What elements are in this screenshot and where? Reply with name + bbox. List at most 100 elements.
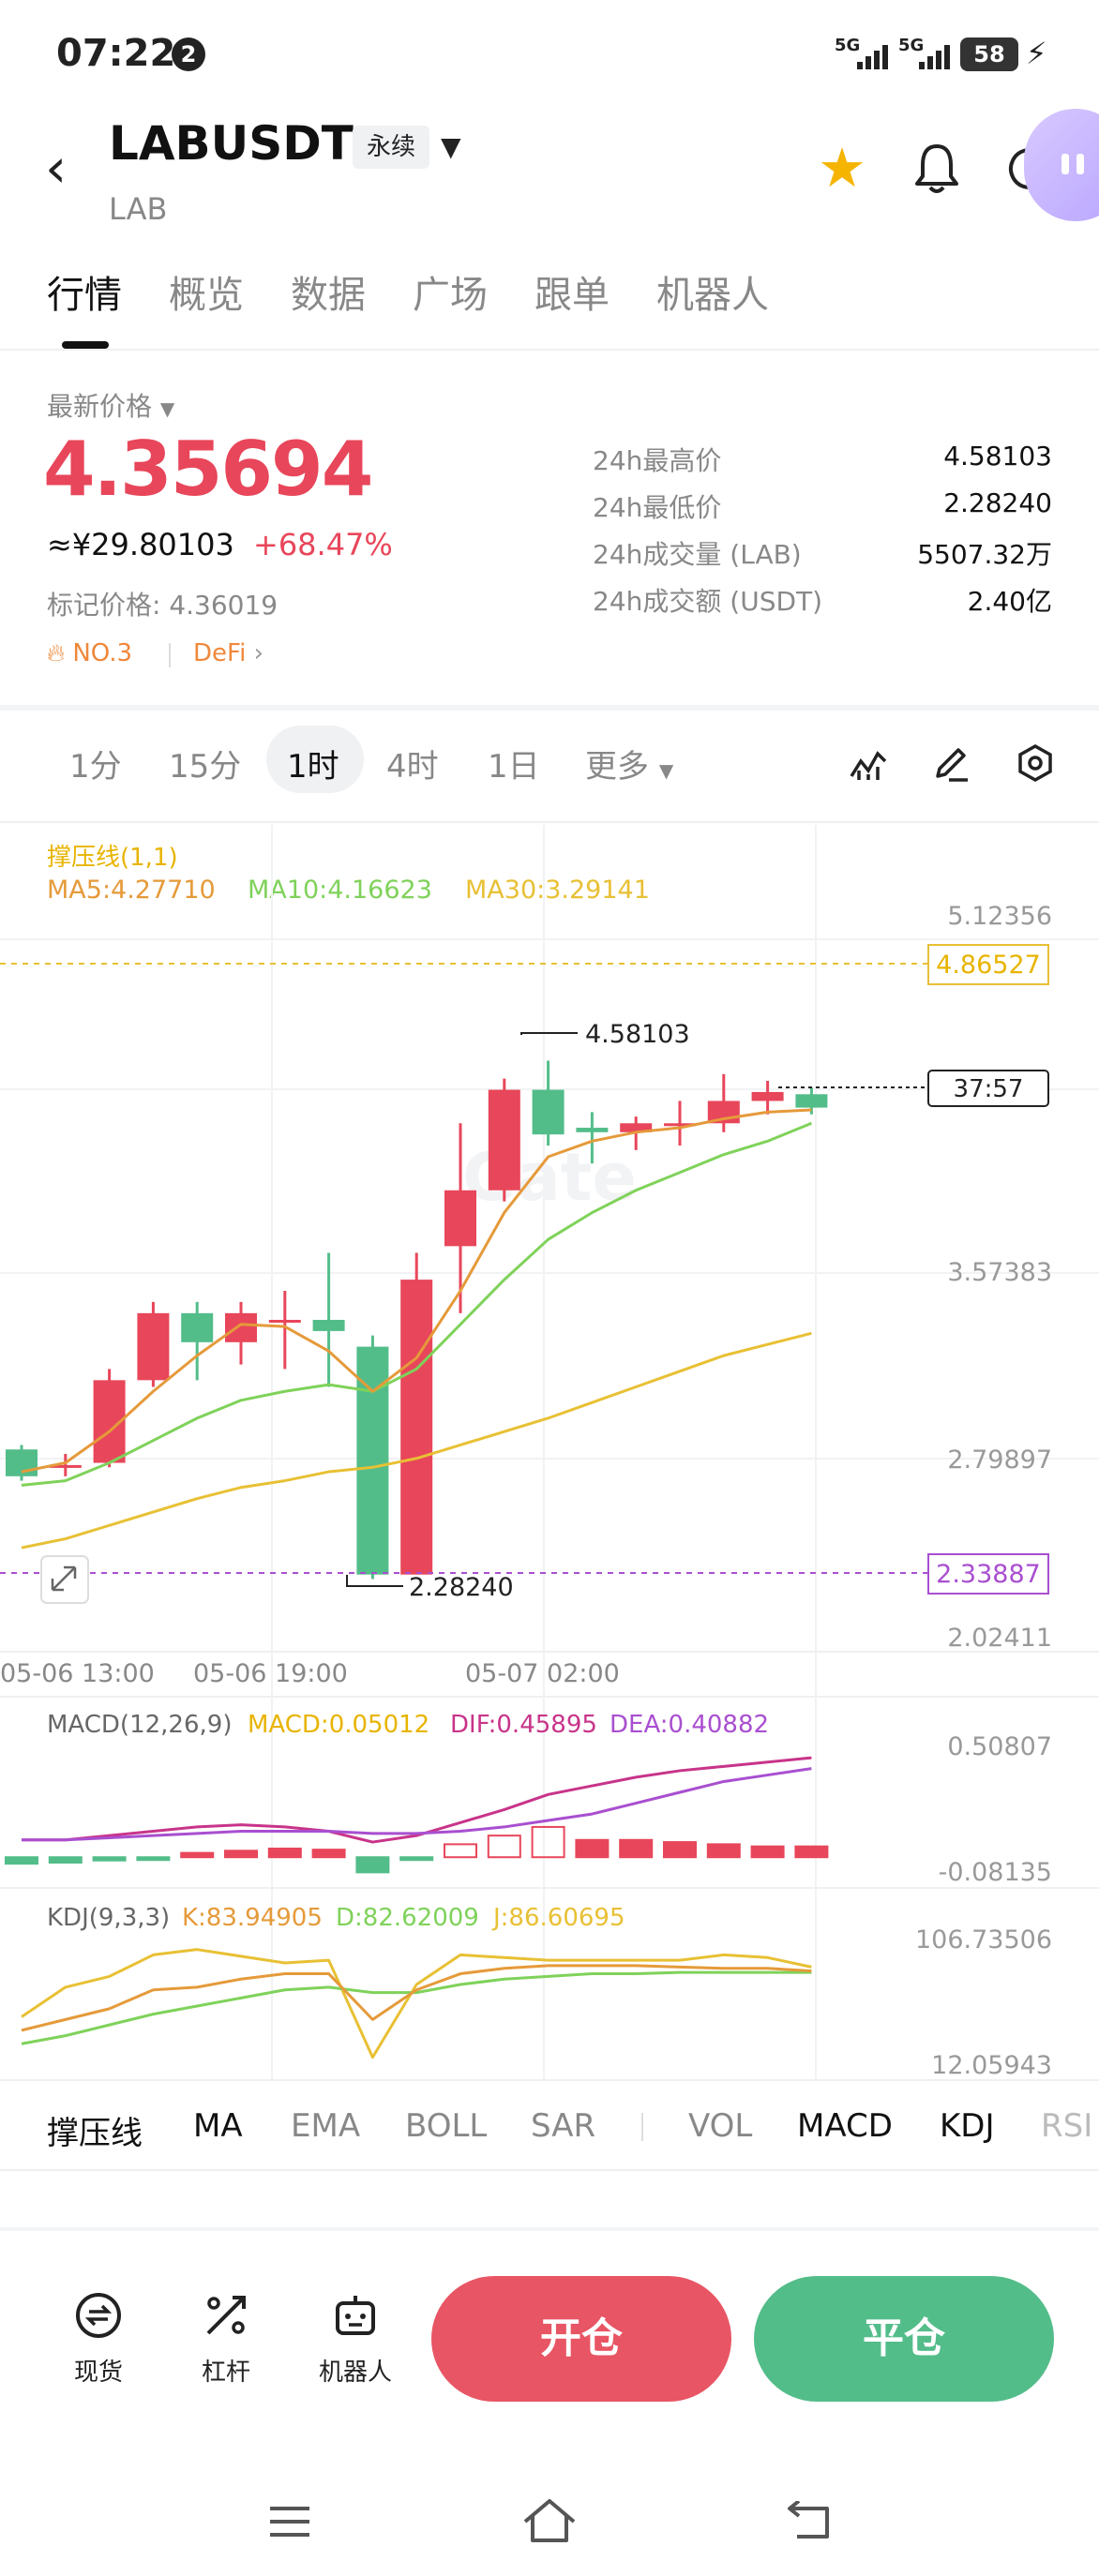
macd-bar <box>750 1845 785 1859</box>
settings-icon[interactable] <box>1015 742 1056 784</box>
star-icon[interactable]: ★ <box>818 141 866 195</box>
interval-1h[interactable]: 1时 <box>287 741 339 786</box>
candle <box>181 1312 214 1342</box>
macd-value: MACD:0.05012 <box>248 1711 429 1739</box>
macd-bar <box>267 1848 302 1859</box>
resistance-label: 4.86527 <box>936 951 1041 980</box>
battery-icon: 58 <box>960 37 1018 71</box>
low-marker <box>346 1575 403 1587</box>
high-marker <box>520 1032 578 1035</box>
stat-label: 24h成交额 (USDT) <box>593 586 823 617</box>
candle <box>444 1190 476 1247</box>
nav-spot-label: 现货 <box>73 2359 123 2387</box>
tab-bot[interactable]: 机器人 <box>656 264 769 319</box>
ind-tab-kdj[interactable]: KDJ <box>940 2107 995 2145</box>
tab-data[interactable]: 数据 <box>291 264 366 319</box>
macd-bar <box>575 1838 610 1859</box>
interval-1m[interactable]: 1分 <box>69 741 122 786</box>
ind-tab-boll[interactable]: BOLL <box>405 2107 487 2145</box>
indicator-icon[interactable] <box>848 742 889 784</box>
draw-icon[interactable] <box>930 742 971 784</box>
rank-badge[interactable]: 🔥︎ NO.3 <box>47 639 132 668</box>
macd-bar <box>794 1845 829 1859</box>
stat-value: 5507.32万 <box>917 539 1052 570</box>
support-label: 2.33887 <box>936 1560 1041 1589</box>
ind-tab-macd[interactable]: MACD <box>797 2107 893 2145</box>
candle <box>576 1128 609 1132</box>
macd-bar <box>706 1843 741 1859</box>
open-position-button[interactable]: 开仓 <box>431 2276 731 2402</box>
tab-square[interactable]: 广场 <box>413 264 488 319</box>
nav-spot[interactable]: 现货 <box>47 2287 150 2388</box>
dea-value: DEA:0.40882 <box>610 1711 769 1739</box>
candle <box>268 1319 301 1323</box>
x-tick: 05-06 19:00 <box>193 1659 348 1688</box>
dif-value: DIF:0.45895 <box>450 1711 597 1739</box>
kdj-j-line <box>21 1948 812 2059</box>
back-nav-icon[interactable] <box>784 2501 835 2542</box>
candle <box>312 1319 345 1331</box>
y-tick: 3.57383 <box>947 1258 1052 1287</box>
signal-icon <box>919 45 950 69</box>
macd-bar <box>48 1856 83 1864</box>
bell-icon[interactable] <box>910 141 964 197</box>
category-tag[interactable]: DeFi › <box>193 639 263 667</box>
ind-tab-vol[interactable]: VOL <box>688 2107 752 2145</box>
stat-label: 24h最低价 <box>593 492 722 523</box>
system-nav-bar <box>0 2456 1099 2576</box>
base-asset: LAB <box>109 191 168 227</box>
ind-tab-sar[interactable]: SAR <box>531 2107 595 2145</box>
tab-overview[interactable]: 概览 <box>169 264 244 319</box>
macd-bar <box>5 1856 38 1865</box>
macd-bar <box>224 1850 258 1859</box>
macd-bar <box>444 1843 477 1859</box>
ind-tab-ema[interactable]: EMA <box>291 2107 360 2145</box>
home-icon[interactable] <box>521 2497 578 2544</box>
status-bar: 07:22 2 5G 5G 58 ⚡ <box>0 0 1099 112</box>
close-position-button[interactable]: 平仓 <box>754 2276 1054 2402</box>
candle <box>400 1280 433 1575</box>
kdj-name: KDJ(9,3,3) <box>47 1904 170 1932</box>
divider <box>641 2113 643 2141</box>
macd-bar <box>663 1841 697 1859</box>
interval-15m[interactable]: 15分 <box>169 741 241 786</box>
interval-1d[interactable]: 1日 <box>488 741 540 786</box>
page-title[interactable]: LABUSDT <box>109 116 354 171</box>
high-label: 4.58103 <box>585 1020 690 1049</box>
candle <box>6 1449 38 1476</box>
stat-value: 2.40亿 <box>967 586 1052 617</box>
x-tick: 05-07 02:00 <box>465 1659 620 1688</box>
d-value: D:82.62009 <box>336 1904 479 1932</box>
menu-icon[interactable] <box>266 2503 313 2540</box>
x-tick: 05-06 13:00 <box>0 1659 155 1688</box>
tab-market[interactable]: 行情 <box>47 264 122 319</box>
macd-bar <box>355 1856 390 1874</box>
back-icon[interactable]: ‹ <box>45 141 67 195</box>
low-label: 2.28240 <box>409 1573 514 1602</box>
last-price: 4.35694 <box>43 426 373 513</box>
kdj-tick: 106.73506 <box>915 1925 1052 1954</box>
ind-tab-rsi[interactable]: RSI <box>1041 2107 1099 2145</box>
robot-icon <box>336 2296 375 2335</box>
k-value: K:83.94905 <box>182 1904 323 1932</box>
interval-more[interactable]: 更多 ▼ <box>585 741 673 786</box>
macd-bar <box>399 1856 434 1862</box>
floating-assistant-bubble[interactable] <box>1024 109 1099 221</box>
candle <box>225 1312 257 1342</box>
fullscreen-button[interactable] <box>40 1555 89 1604</box>
interval-4h[interactable]: 4时 <box>386 741 439 786</box>
ind-tab-ma[interactable]: MA <box>193 2107 243 2145</box>
nav-lever[interactable]: 杠杆 <box>174 2287 278 2388</box>
tab-indicator <box>62 341 109 349</box>
candle <box>137 1312 170 1381</box>
price-chart[interactable]: Gate 4.86527 2.33887 37:57 4.58103 2.282… <box>0 825 1099 2081</box>
latest-price-label[interactable]: 最新价格 ▼ <box>47 386 174 424</box>
nav-bot[interactable]: 机器人 <box>304 2287 407 2388</box>
contract-type-badge[interactable]: 永续 <box>353 126 429 169</box>
caret-down-icon[interactable]: ▼ <box>441 131 461 162</box>
tab-copy-trade[interactable]: 跟单 <box>534 264 610 319</box>
ind-tab-sr[interactable]: 撑压线 <box>47 2107 143 2153</box>
candle <box>532 1089 565 1135</box>
notification-count: 2 <box>172 37 205 71</box>
y-tick: 2.79897 <box>947 1445 1052 1475</box>
